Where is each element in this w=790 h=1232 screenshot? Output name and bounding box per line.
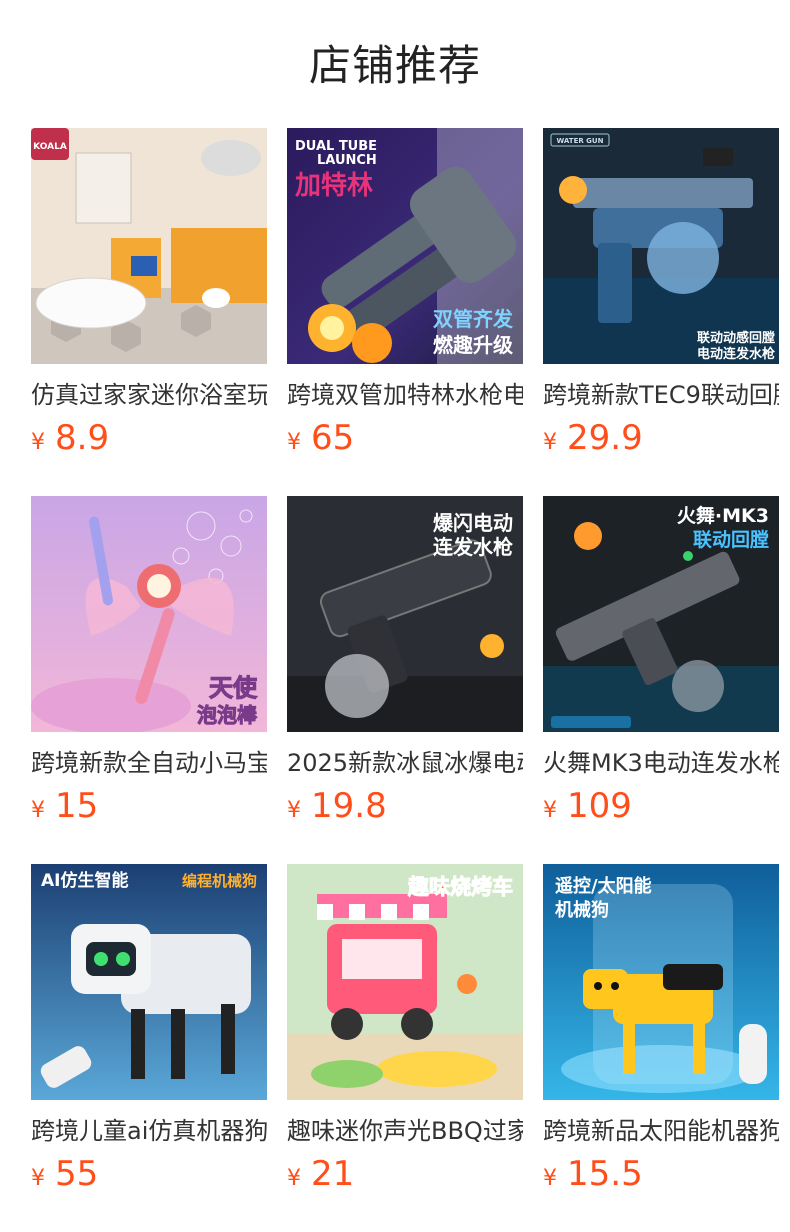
image-slogan: 机械狗 xyxy=(555,899,609,921)
gatling-water-gun-image[interactable]: DUAL TUBE LAUNCH 加特林 双管齐发 燃趣升级 xyxy=(287,128,523,364)
product-card[interactable]: KOALA 仿真过家家迷你浴室玩具套装 ¥8.9 xyxy=(31,128,267,468)
product-name[interactable]: 2025新款冰鼠冰爆电动连发水枪 xyxy=(287,746,523,780)
currency-symbol: ¥ xyxy=(31,798,45,823)
image-slogan: 趣味烧烤车 xyxy=(407,875,513,899)
image-slogan: 联动回膛 xyxy=(693,528,769,551)
product-card[interactable]: 趣味烧烤车 趣味迷你声光BBQ过家家烧烤车 ¥21 xyxy=(287,864,523,1204)
price-value: 15.5 xyxy=(567,1154,643,1194)
product-price: ¥19.8 xyxy=(287,785,387,827)
product-name[interactable]: 趣味迷你声光BBQ过家家烧烤车 xyxy=(287,1114,523,1148)
image-slogan: 编程机械狗 xyxy=(182,872,257,890)
product-name[interactable]: 火舞MK3电动连发水枪联动回膛 xyxy=(543,746,779,780)
currency-symbol: ¥ xyxy=(287,798,301,823)
product-card[interactable]: 爆闪电动 连发水枪 2025新款冰鼠冰爆电动连发水枪 ¥19.8 xyxy=(287,496,523,836)
price-value: 19.8 xyxy=(311,786,387,826)
image-slogan: 燃趣升级 xyxy=(433,333,513,357)
product-price: ¥8.9 xyxy=(31,417,109,459)
bubble-wand-image[interactable]: 天使 泡泡棒 xyxy=(31,496,267,732)
currency-symbol: ¥ xyxy=(543,430,557,455)
price-value: 15 xyxy=(55,786,99,826)
product-card[interactable]: 遥控/太阳能 机械狗 跨境新品太阳能机器狗遥控玩具 ¥15.5 xyxy=(543,864,779,1204)
product-name[interactable]: 跨境新品太阳能机器狗遥控玩具 xyxy=(543,1114,779,1148)
image-slogan: 泡泡棒 xyxy=(197,703,258,727)
image-slogan: 电动连发水枪 xyxy=(697,346,775,362)
product-name[interactable]: 跨境儿童ai仿真机器狗编程玩具 xyxy=(31,1114,267,1148)
currency-symbol: ¥ xyxy=(287,430,301,455)
product-price: ¥109 xyxy=(543,785,632,827)
image-caption: DUAL TUBE xyxy=(295,139,377,154)
product-price: ¥55 xyxy=(31,1153,98,1195)
product-card[interactable]: AI仿生智能 编程机械狗 跨境儿童ai仿真机器狗编程玩具 ¥55 xyxy=(31,864,267,1204)
image-caption: LAUNCH xyxy=(317,153,377,168)
product-name[interactable]: 跨境新款TEC9联动回膛水枪 xyxy=(543,378,779,412)
price-value: 109 xyxy=(567,786,632,826)
image-slogan: 火舞·MK3 xyxy=(677,504,769,527)
image-slogan: 联动动感回膛 xyxy=(697,330,775,346)
currency-symbol: ¥ xyxy=(31,430,45,455)
page-title: 店铺推荐 xyxy=(308,41,481,90)
product-price: ¥15.5 xyxy=(543,1153,643,1195)
currency-symbol: ¥ xyxy=(287,1166,301,1191)
mk3-water-gun-image[interactable]: 火舞·MK3 联动回膛 xyxy=(543,496,779,732)
price-value: 55 xyxy=(55,1154,99,1194)
image-slogan: 连发水枪 xyxy=(433,535,513,559)
image-slogan: 遥控/太阳能 xyxy=(555,875,652,897)
product-name[interactable]: 跨境新款全自动小马宝莉泡泡棒 xyxy=(31,746,267,780)
image-slogan: 双管齐发 xyxy=(433,307,514,331)
tec9-water-gun-image[interactable]: WATER GUN 联动动感回膛 电动连发水枪 xyxy=(543,128,779,364)
image-slogan: 爆闪电动 xyxy=(433,511,513,535)
product-price: ¥15 xyxy=(31,785,98,827)
product-card[interactable]: 火舞·MK3 联动回膛 火舞MK3电动连发水枪联动回膛 ¥109 xyxy=(543,496,779,836)
bbq-cart-toy-image[interactable]: 趣味烧烤车 xyxy=(287,864,523,1100)
product-card[interactable]: WATER GUN 联动动感回膛 电动连发水枪 跨境新款TEC9联动回膛水枪 ¥… xyxy=(543,128,779,468)
image-slogan: AI仿生智能 xyxy=(41,870,128,891)
image-tag: WATER GUN xyxy=(557,137,604,145)
image-badge: 加特林 xyxy=(295,170,373,201)
robot-dog-image[interactable]: AI仿生智能 编程机械狗 xyxy=(31,864,267,1100)
price-value: 21 xyxy=(311,1154,355,1194)
product-card[interactable]: 天使 泡泡棒 跨境新款全自动小马宝莉泡泡棒 ¥15 xyxy=(31,496,267,836)
brand-badge: KOALA xyxy=(33,142,67,152)
product-price: ¥21 xyxy=(287,1153,354,1195)
electric-water-pistol-image[interactable]: 爆闪电动 连发水枪 xyxy=(287,496,523,732)
product-name[interactable]: 仿真过家家迷你浴室玩具套装 xyxy=(31,378,267,412)
currency-symbol: ¥ xyxy=(543,1166,557,1191)
price-value: 65 xyxy=(311,418,355,458)
product-card[interactable]: DUAL TUBE LAUNCH 加特林 双管齐发 燃趣升级 跨境双管加特林水枪… xyxy=(287,128,523,468)
product-price: ¥29.9 xyxy=(543,417,643,459)
bathroom-toy-image[interactable]: KOALA xyxy=(31,128,267,364)
price-value: 8.9 xyxy=(55,418,110,458)
currency-symbol: ¥ xyxy=(543,798,557,823)
currency-symbol: ¥ xyxy=(31,1166,45,1191)
solar-robot-dog-image[interactable]: 遥控/太阳能 机械狗 xyxy=(543,864,779,1100)
product-name[interactable]: 跨境双管加特林水枪电动连发 xyxy=(287,378,523,412)
price-value: 29.9 xyxy=(567,418,643,458)
image-slogan: 天使 xyxy=(209,674,258,702)
product-price: ¥65 xyxy=(287,417,354,459)
